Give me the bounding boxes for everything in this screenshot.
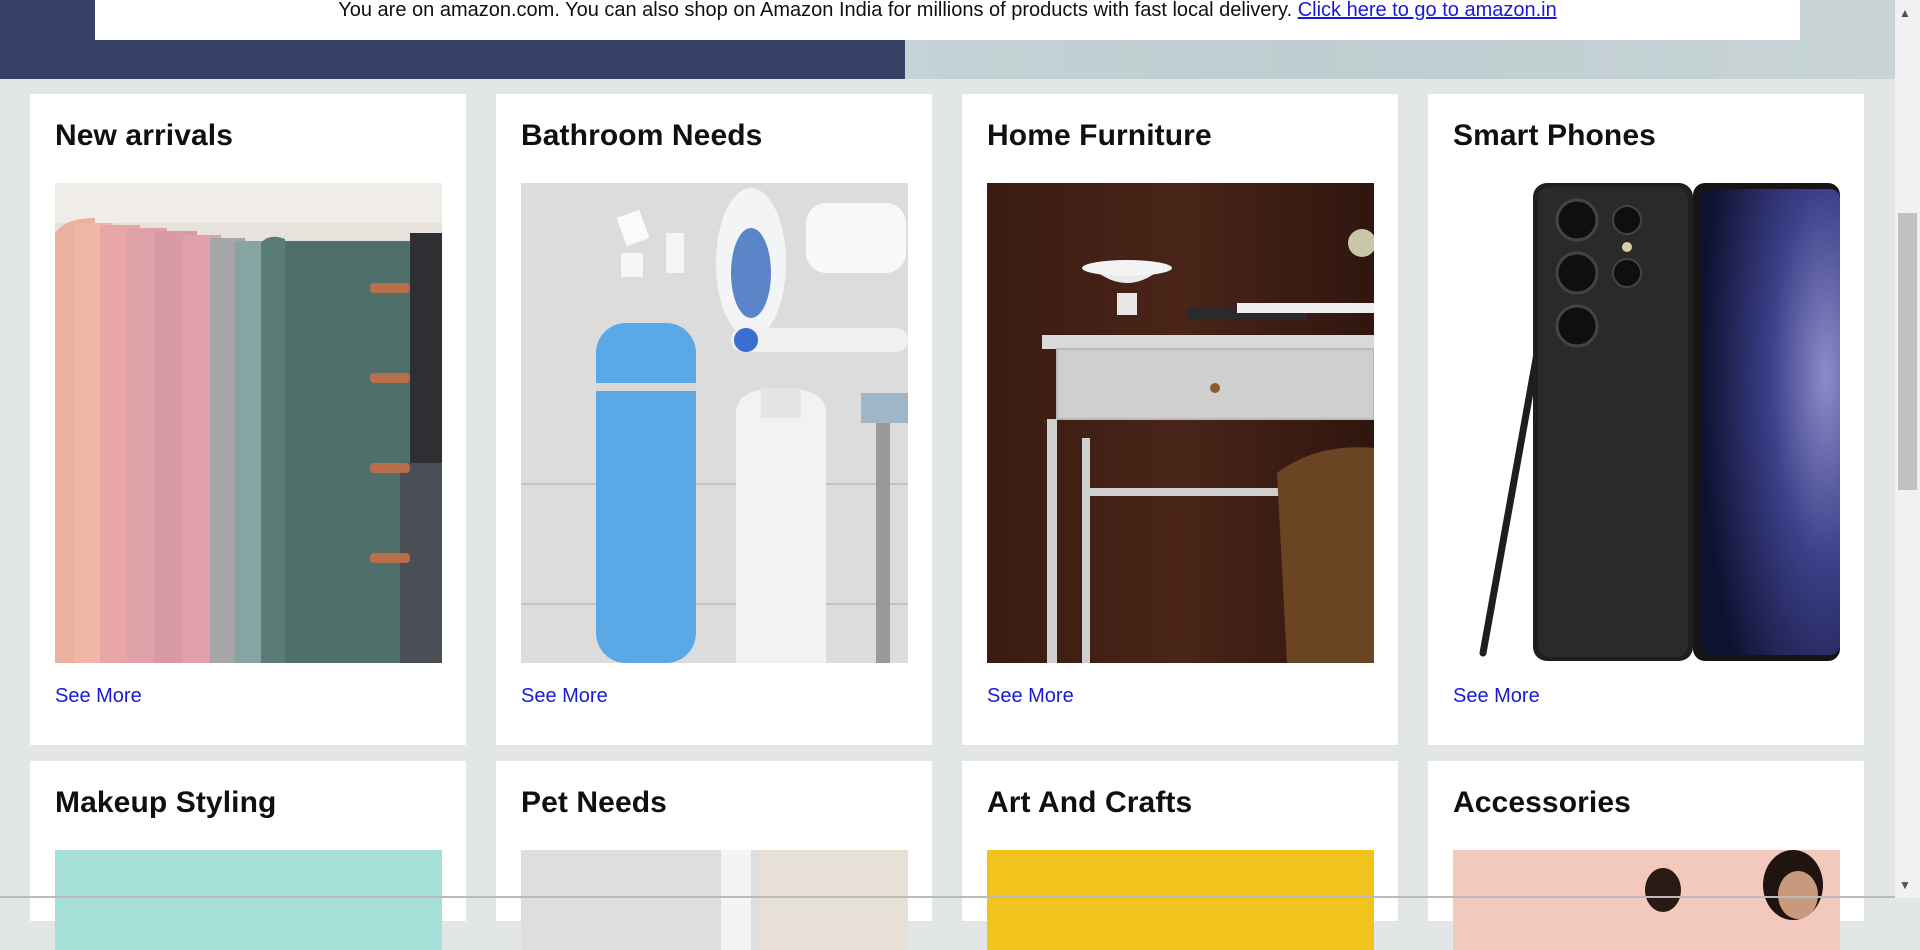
accessories-image[interactable] — [1453, 850, 1840, 950]
hanging-scarves-image[interactable] — [55, 183, 442, 663]
art-crafts-image[interactable] — [987, 850, 1374, 950]
pet-image[interactable] — [521, 850, 908, 950]
category-card-bathroom-needs: Bathroom Needs See More — [496, 94, 932, 745]
scrollbar-thumb[interactable] — [1898, 213, 1917, 490]
see-more-link[interactable]: See More — [55, 685, 142, 708]
smartphone-image[interactable] — [1453, 183, 1840, 663]
see-more-link[interactable]: See More — [1453, 685, 1540, 708]
scroll-down-arrow-icon[interactable]: ▼ — [1899, 878, 1911, 892]
locale-notice-bar: You are on amazon.com. You can also shop… — [95, 0, 1800, 40]
makeup-image[interactable] — [55, 850, 442, 950]
category-card-home-furniture: Home Furniture See More — [962, 94, 1398, 745]
scroll-up-arrow-icon[interactable]: ▲ — [1899, 6, 1911, 20]
card-title: New arrivals — [55, 119, 233, 152]
see-more-link[interactable]: See More — [987, 685, 1074, 708]
category-card-new-arrivals: New arrivals See More — [30, 94, 466, 745]
amazon-in-link[interactable]: Click here to go to amazon.in — [1298, 0, 1557, 21]
card-title: Pet Needs — [521, 786, 667, 819]
see-more-link[interactable]: See More — [521, 685, 608, 708]
card-title: Makeup Styling — [55, 786, 277, 819]
card-title: Smart Phones — [1453, 119, 1656, 152]
card-title: Art And Crafts — [987, 786, 1193, 819]
card-title: Home Furniture — [987, 119, 1212, 152]
locale-notice-text: You are on amazon.com. You can also shop… — [338, 0, 1557, 21]
card-title: Bathroom Needs — [521, 119, 763, 152]
side-table-image[interactable] — [987, 183, 1374, 663]
toiletries-image[interactable] — [521, 183, 908, 663]
card-title: Accessories — [1453, 786, 1631, 819]
category-card-smart-phones: Smart Phones See More — [1428, 94, 1864, 745]
